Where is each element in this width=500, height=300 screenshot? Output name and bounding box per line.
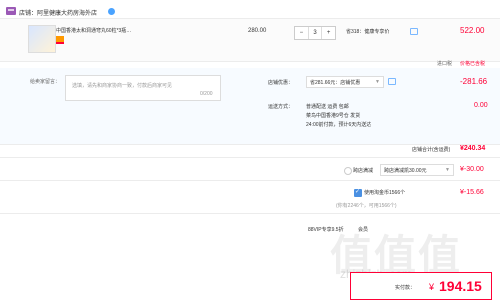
shop-name[interactable]: 店铺：阿里健康大药房海外店 — [19, 8, 97, 17]
coin-checkbox[interactable] — [354, 188, 362, 197]
cross-border-label: 跨店满减 — [353, 168, 374, 174]
shop-total-value: ¥240.34 — [460, 145, 486, 152]
coupon-selected: 省281.66元：店铺优惠 — [310, 80, 361, 86]
coin-label: 使用淘金币1566个 — [364, 190, 406, 196]
chevron-down-icon: ▼ — [375, 79, 380, 85]
coupon-info-icon[interactable] — [388, 78, 396, 85]
cross-border-amount: ¥-30.00 — [460, 166, 484, 173]
item-promo: 省318：健康专享价 — [346, 29, 390, 35]
coupon-label: 店铺优惠： — [268, 80, 294, 86]
unit-price: 280.00 — [248, 28, 267, 34]
delivery-line2: 菜鸟中国香港9号仓 发货 — [306, 113, 361, 119]
coin-amount: ¥-15.66 — [460, 189, 484, 196]
message-label: 给卖家留言： — [30, 79, 61, 85]
cross-border-select[interactable]: 跨店满减凯30.00元 ▼ — [380, 164, 454, 176]
delivery-line1: 普通配送 运费 包邮 — [306, 104, 349, 110]
chevron-down-icon: ▼ — [445, 167, 450, 173]
final-amount: 194.15 — [439, 278, 482, 294]
cross-border-radio[interactable] — [344, 167, 352, 175]
tax-label: 进口税 — [437, 61, 453, 67]
divider — [0, 180, 500, 181]
divider — [0, 213, 500, 214]
shop-icon — [6, 7, 16, 15]
divider — [0, 144, 500, 145]
message-placeholder: 选填，请先和商家协商一致，付款后商家可见 — [72, 83, 173, 89]
item-subtotal: 522.00 — [460, 26, 485, 35]
delivery-label: 运送方式： — [268, 104, 294, 110]
coin-note: (你有2246个，可用1566个) — [336, 203, 397, 209]
delivery-line3: 24:00前付款，预计6天内送达 — [306, 122, 372, 128]
final-currency: ¥ — [429, 282, 435, 292]
product-title[interactable]: 中国香港太和洞通穹丸60粒*3瓶… — [56, 27, 146, 34]
quantity-stepper[interactable]: − 3 + — [294, 26, 336, 40]
final-label: 实付款： — [395, 285, 416, 291]
final-payment-box: 实付款： ¥ 194.15 — [350, 272, 492, 300]
coupon-amount: -281.66 — [460, 77, 488, 86]
chat-icon[interactable] — [108, 8, 115, 15]
product-image[interactable] — [28, 25, 56, 53]
divider — [0, 157, 500, 158]
cross-border-selected: 跨店满减凯30.00元 — [384, 168, 427, 174]
cross-border-badge-icon — [56, 36, 64, 44]
item-row — [0, 18, 500, 62]
qty-value[interactable]: 3 — [309, 27, 323, 39]
shop-total-label: 店铺合计(含运费) — [412, 147, 451, 153]
message-counter: 0/200 — [200, 91, 213, 97]
delivery-fee: 0.00 — [474, 102, 488, 109]
tax-value: 价格已含税 — [460, 61, 486, 67]
promo-info-icon[interactable] — [410, 28, 418, 35]
qty-plus-button[interactable]: + — [322, 27, 335, 39]
coupon-select[interactable]: 省281.66元：店铺优惠 ▼ — [306, 76, 384, 88]
qty-minus-button[interactable]: − — [295, 27, 309, 39]
message-input[interactable]: 选填，请先和商家协商一致，付款后商家可见 0/200 — [65, 75, 221, 101]
